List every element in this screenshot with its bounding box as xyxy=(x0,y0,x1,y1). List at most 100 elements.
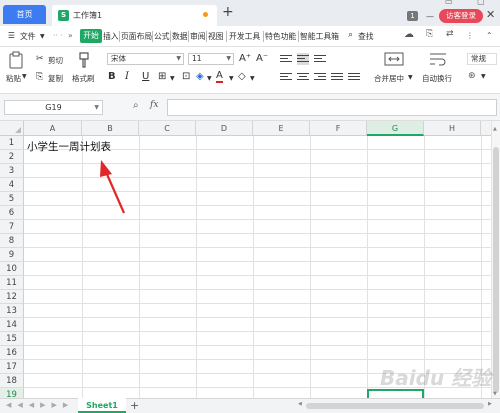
column-header-f[interactable]: F xyxy=(310,121,367,136)
chevron-down-icon[interactable]: ▼ xyxy=(408,74,413,81)
row-header-13[interactable]: 13 xyxy=(0,304,24,318)
increase-font-icon[interactable]: A⁺ xyxy=(239,53,251,65)
merge-cells-icon[interactable]: ⊡ xyxy=(182,71,190,83)
copy-icon[interactable]: ⎘ xyxy=(36,72,43,82)
vertical-scrollbar[interactable]: ▲ ▼ xyxy=(491,121,500,398)
menu-formula[interactable]: 公式 xyxy=(154,31,170,42)
more-icon[interactable]: » xyxy=(68,31,73,40)
clear-format-icon[interactable]: ◇ xyxy=(238,71,246,83)
scroll-right-icon[interactable]: ▶ xyxy=(488,401,492,407)
collapse-ribbon-icon[interactable]: ⌃ xyxy=(486,31,493,40)
column-header-b[interactable]: B xyxy=(82,121,139,136)
cut-button[interactable]: 剪切 xyxy=(48,55,63,66)
name-box[interactable]: G19 ▼ xyxy=(4,100,103,115)
font-color-icon[interactable]: A xyxy=(216,71,223,83)
formula-input[interactable] xyxy=(167,99,497,116)
row-header-10[interactable]: 10 xyxy=(0,262,24,276)
menu-insert[interactable]: 插入 xyxy=(103,31,119,42)
horizontal-scrollbar[interactable] xyxy=(306,403,484,409)
scissors-icon[interactable]: ✂ xyxy=(36,54,44,64)
row-header-19[interactable]: 19 xyxy=(0,388,24,398)
close-icon[interactable]: ✕ xyxy=(486,8,495,21)
row-header-5[interactable]: 5 xyxy=(0,192,24,206)
fill-color-icon[interactable]: ◈ xyxy=(196,71,204,83)
window-count-badge[interactable]: 1 xyxy=(407,11,418,21)
italic-button[interactable]: I xyxy=(125,71,129,83)
share-icon[interactable]: ⎘ xyxy=(426,29,433,39)
column-header-e[interactable]: E xyxy=(253,121,310,136)
font-size-select[interactable]: 11 ▼ xyxy=(188,53,234,65)
wrap-text-icon[interactable] xyxy=(428,51,448,67)
document-tab[interactable]: S 工作簿1 xyxy=(52,5,217,26)
currency-icon[interactable]: ⊛ xyxy=(468,71,476,81)
fx-icon[interactable]: fx xyxy=(150,100,158,110)
row-header-9[interactable]: 9 xyxy=(0,248,24,262)
align-middle-icon[interactable] xyxy=(297,53,309,65)
menu-page-layout[interactable]: 页面布局 xyxy=(121,31,152,42)
menu-features[interactable]: 特色功能 xyxy=(265,31,296,42)
hamburger-menu-icon[interactable]: ☰ xyxy=(8,31,15,40)
chevron-down-icon[interactable]: ▼ xyxy=(250,73,255,85)
paste-icon[interactable] xyxy=(8,51,24,69)
format-painter-icon[interactable] xyxy=(76,51,92,69)
format-painter-button[interactable]: 格式刷 xyxy=(72,73,95,84)
row-header-3[interactable]: 3 xyxy=(0,164,24,178)
menu-view[interactable]: 视图 xyxy=(208,31,224,42)
align-center-icon[interactable] xyxy=(297,71,309,83)
menu-data[interactable]: 数据 xyxy=(172,31,188,42)
visitor-login-button[interactable]: 访客登录 xyxy=(439,9,483,23)
decrease-font-icon[interactable]: A⁻ xyxy=(256,53,268,65)
chevron-down-icon[interactable]: ▼ xyxy=(207,73,212,85)
row-header-4[interactable]: 4 xyxy=(0,178,24,192)
row-header-8[interactable]: 8 xyxy=(0,234,24,248)
row-header-16[interactable]: 16 xyxy=(0,346,24,360)
column-header-c[interactable]: C xyxy=(139,121,196,136)
menu-smart-toolbox[interactable]: 智能工具箱 xyxy=(300,31,339,42)
row-header-18[interactable]: 18 xyxy=(0,374,24,388)
number-format-select[interactable]: 常规 xyxy=(467,53,497,65)
menu-file[interactable]: 文件 xyxy=(20,31,36,42)
sheet-tab-sheet1[interactable]: Sheet1 xyxy=(78,398,126,413)
spreadsheet-grid[interactable]: A B C D E F G H 1 2 3 4 5 6 7 8 9 10 11 … xyxy=(0,121,491,398)
column-header-h[interactable]: H xyxy=(424,121,481,136)
row-header-14[interactable]: 14 xyxy=(0,318,24,332)
bold-button[interactable]: B xyxy=(108,71,116,83)
menu-review[interactable]: 审阅 xyxy=(190,31,206,42)
select-all-corner[interactable] xyxy=(0,121,24,136)
wrap-text-button[interactable]: 自动换行 xyxy=(422,73,452,84)
more-options-icon[interactable]: ⋮ xyxy=(466,31,474,40)
paste-button[interactable]: 粘贴 xyxy=(6,73,21,84)
align-left-icon[interactable] xyxy=(280,71,292,83)
row-header-2[interactable]: 2 xyxy=(0,150,24,164)
cloud-icon[interactable]: ☁ xyxy=(404,29,414,40)
cell-a1[interactable]: 小学生一周计划表 xyxy=(27,139,111,154)
row-header-17[interactable]: 17 xyxy=(0,360,24,374)
copy-button[interactable]: 复制 xyxy=(48,73,63,84)
row-header-1[interactable]: 1 xyxy=(0,136,24,150)
column-header-g[interactable]: G xyxy=(367,121,424,136)
scrollbar-thumb[interactable] xyxy=(493,147,499,393)
row-header-15[interactable]: 15 xyxy=(0,332,24,346)
column-header-d[interactable]: D xyxy=(196,121,253,136)
paste-dropdown-icon[interactable]: ▼ xyxy=(22,73,27,80)
new-tab-button[interactable]: + xyxy=(222,4,234,20)
row-header-7[interactable]: 7 xyxy=(0,220,24,234)
zoom-search-icon[interactable]: ⌕ xyxy=(133,100,139,111)
row-header-6[interactable]: 6 xyxy=(0,206,24,220)
active-cell-g19[interactable] xyxy=(367,389,424,398)
scroll-up-icon[interactable]: ▲ xyxy=(493,126,497,132)
add-sheet-button[interactable]: + xyxy=(130,399,139,412)
home-tab[interactable]: 首页 xyxy=(3,5,46,24)
underline-button[interactable]: U xyxy=(142,71,149,83)
align-top-icon[interactable] xyxy=(280,53,292,65)
collaborate-icon[interactable]: ⇄ xyxy=(446,29,454,39)
file-dropdown-icon[interactable]: ▼ xyxy=(40,33,45,40)
chevron-down-icon[interactable]: ▼ xyxy=(481,73,486,80)
scroll-down-icon[interactable]: ▼ xyxy=(493,391,497,397)
row-header-11[interactable]: 11 xyxy=(0,276,24,290)
row-header-12[interactable]: 12 xyxy=(0,290,24,304)
align-right-icon[interactable] xyxy=(314,71,326,83)
menu-start[interactable]: 开始 xyxy=(80,29,102,43)
chevron-down-icon[interactable]: ▼ xyxy=(229,73,234,85)
justify-icon[interactable] xyxy=(331,71,343,83)
